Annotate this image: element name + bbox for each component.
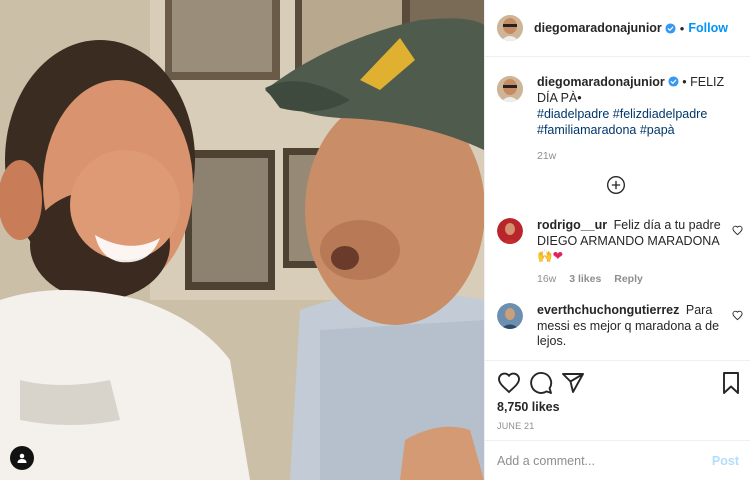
comment-item: everthchuchongutierrez Para messi es mej…: [497, 303, 743, 350]
heart-icon[interactable]: [732, 225, 743, 236]
action-icons-row: [497, 371, 743, 395]
separator-dot: •: [679, 20, 685, 36]
comment-text: everthchuchongutierrez Para messi es mej…: [537, 303, 723, 350]
post-actions: 8,750 likes JUNE 21: [485, 360, 750, 431]
follow-button[interactable]: Follow: [688, 21, 728, 35]
post-details-panel: diegomaradonajunior • Follow diegomarado…: [484, 0, 750, 480]
comment-likes[interactable]: 3 likes: [569, 273, 601, 285]
tag-icon[interactable]: [10, 446, 34, 470]
post-photo[interactable]: [0, 0, 484, 480]
comment-emojis: 🙌❤: [537, 249, 564, 263]
comment-text: rodrigo__ur Feliz día a tu padre DIEGO A…: [537, 218, 723, 265]
add-comment-bar: Post: [485, 440, 750, 480]
comment-username[interactable]: everthchuchongutierrez: [537, 303, 679, 317]
verified-icon: [665, 22, 676, 34]
verified-icon: [668, 76, 679, 87]
post-image: [0, 0, 484, 480]
post-button[interactable]: Post: [712, 454, 739, 468]
hashtag-papa[interactable]: #papà: [640, 123, 675, 137]
hashtag-diadelpadre[interactable]: #diadelpadre: [537, 107, 609, 121]
commenter-avatar[interactable]: [497, 218, 523, 244]
comment-username[interactable]: rodrigo__ur: [537, 218, 607, 232]
heart-icon[interactable]: [497, 371, 521, 395]
add-comment-circle-icon[interactable]: [606, 175, 626, 195]
hashtag-familiamaradona[interactable]: #familiamaradona: [537, 123, 636, 137]
caption-username[interactable]: diegomaradonajunior: [537, 75, 665, 89]
post-header: diegomaradonajunior • Follow: [485, 0, 750, 57]
likes-count[interactable]: 8,750 likes: [497, 400, 560, 414]
comment-meta: 16w 3 likes Reply: [537, 273, 743, 285]
post-date[interactable]: JUNE 21: [497, 421, 534, 431]
caption: diegomaradonajunior • FELIZ DÍA PÀ• #dia…: [497, 74, 743, 162]
comment-icon[interactable]: [529, 371, 553, 395]
hashtag-felizdiadelpadre[interactable]: #felizdiadelpadre: [613, 107, 708, 121]
commenter-avatar[interactable]: [497, 303, 523, 329]
heart-icon[interactable]: [732, 310, 743, 321]
caption-avatar[interactable]: [497, 76, 523, 102]
post-username[interactable]: diegomaradonajunior: [534, 21, 662, 35]
caption-time[interactable]: 21w: [537, 150, 743, 162]
caption-text: diegomaradonajunior • FELIZ DÍA PÀ• #dia…: [537, 74, 743, 138]
share-icon[interactable]: [561, 371, 585, 395]
avatar[interactable]: [497, 15, 523, 41]
reply-button[interactable]: Reply: [614, 273, 643, 285]
comment-time[interactable]: 16w: [537, 273, 556, 285]
comment-input[interactable]: [497, 453, 712, 468]
comment-item: rodrigo__ur Feliz día a tu padre DIEGO A…: [497, 218, 743, 285]
bookmark-icon[interactable]: [719, 371, 743, 395]
